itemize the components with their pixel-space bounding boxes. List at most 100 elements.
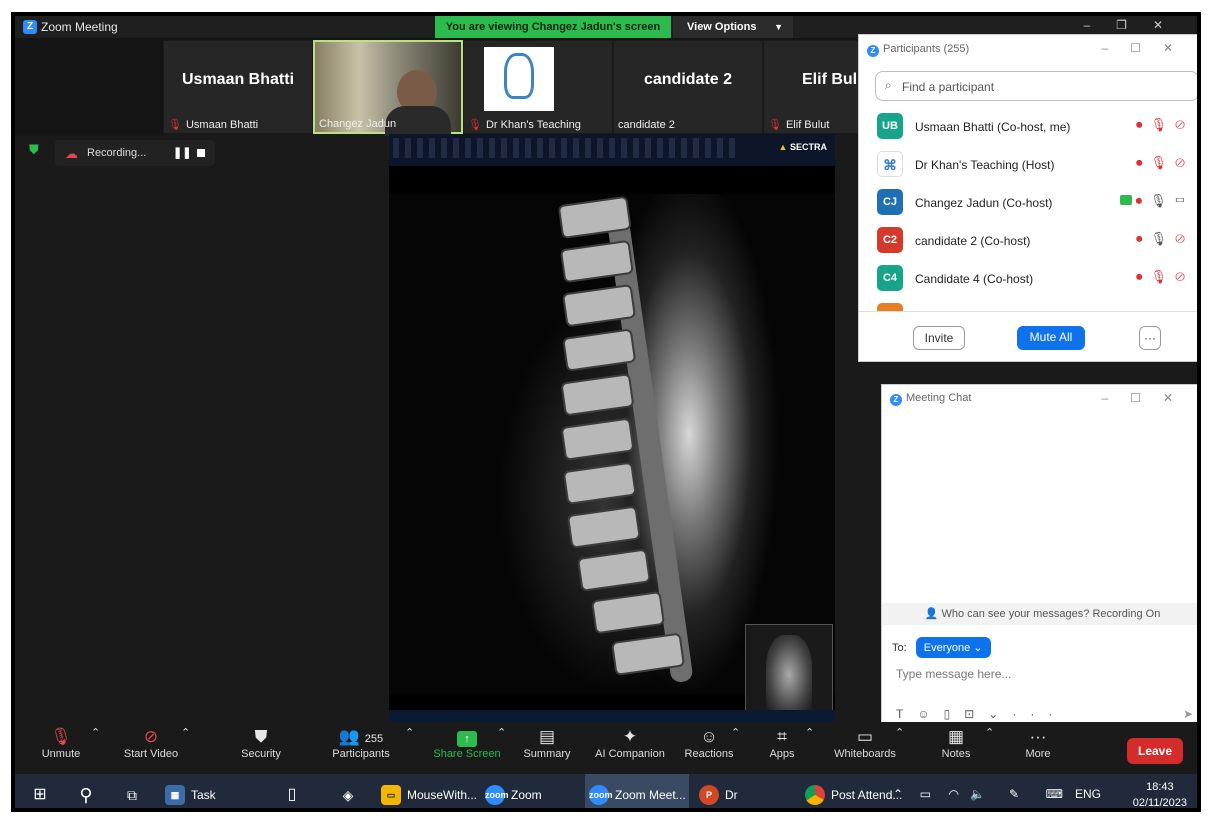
maximize-icon[interactable]: ☐ <box>1130 41 1163 55</box>
windows-start-icon[interactable]: ⊞ <box>25 774 55 808</box>
ai-companion-label: AI Companion <box>595 748 665 760</box>
security-button[interactable]: ⛊ Security <box>231 726 291 760</box>
zoom-logo-icon: Z <box>890 394 902 406</box>
stop-recording-icon[interactable] <box>197 149 205 157</box>
chevron-down-icon[interactable]: ⌄ <box>988 707 1012 721</box>
chat-tools: T☺▯⊡⌄··· <box>896 707 1066 721</box>
whiteboards-button[interactable]: ▭ Whiteboards <box>827 726 903 760</box>
panel-window-controls[interactable]: –☐✕ <box>1101 391 1195 405</box>
maximize-icon[interactable]: ☐ <box>1130 391 1163 405</box>
recipient-dropdown[interactable]: Everyone ⌄ <box>915 637 991 658</box>
taskbar-item-mousewith[interactable]: ▭ MouseWith... <box>377 774 477 808</box>
file-icon[interactable]: ▯ <box>944 707 965 721</box>
mute-all-button[interactable]: Mute All <box>1017 326 1085 350</box>
vertebral-column <box>506 195 692 688</box>
send-icon[interactable]: ➤ <box>1183 707 1193 721</box>
pen-icon[interactable]: ✎ <box>1009 787 1019 801</box>
chevron-down-icon: ⌄ <box>973 642 983 654</box>
task-manager-icon: ▦ <box>165 785 185 805</box>
encryption-shield-icon[interactable]: ⛊ <box>29 142 43 158</box>
participant-row[interactable]: CJ Changez Jadun (Co-host) ⏺🎙▭ <box>877 183 1197 221</box>
thumbnail-changez-jadun[interactable]: Changez Jadun <box>313 40 463 136</box>
battery-icon[interactable]: ▭ <box>920 787 931 801</box>
language-indicator[interactable]: ENG <box>1075 787 1101 801</box>
invite-button[interactable]: Invite <box>913 326 965 350</box>
keyboard-icon[interactable]: ⌨ <box>1046 787 1063 801</box>
participant-row[interactable]: UB Usmaan Bhatti (Co-host, me) ⏺🎙⊘ <box>877 107 1197 145</box>
minimize-icon[interactable]: – <box>1101 41 1130 55</box>
emoji-icon[interactable]: ☺ <box>917 707 943 721</box>
chevron-up-icon[interactable]: ⌃ <box>805 726 814 739</box>
task-view-icon[interactable]: ⧉ <box>117 774 147 808</box>
summary-button[interactable]: ▤ Summary <box>517 726 577 760</box>
app-icon[interactable]: ◈ <box>333 774 363 808</box>
view-options-button[interactable]: View Options ▼ <box>673 16 793 38</box>
start-video-button[interactable]: ⊘ Start Video <box>111 726 191 760</box>
taskbar-item-task-manager[interactable]: ▦ Task Manager <box>161 774 265 808</box>
panel-window-controls[interactable]: –☐✕ <box>1101 41 1195 55</box>
system-clock[interactable]: 18:43 02/11/2023 <box>1133 779 1187 808</box>
volume-icon[interactable]: 🔈 <box>970 787 985 801</box>
participant-row[interactable] <box>877 297 1197 311</box>
format-icon[interactable]: T <box>896 707 917 721</box>
chevron-up-icon[interactable]: ⌃ <box>91 726 100 739</box>
more-button[interactable]: ··· More <box>1015 726 1061 760</box>
notes-button[interactable]: ▦ Notes <box>931 726 981 760</box>
scout-image[interactable] <box>745 624 833 716</box>
people-icon: 👤 <box>924 608 939 620</box>
maximize-icon[interactable]: ❐ <box>1116 18 1153 32</box>
more-icon[interactable]: ··· <box>1012 707 1066 721</box>
taskbar-item-zoom[interactable]: zoom Zoom <box>481 774 577 808</box>
pacs-tool-icons <box>393 138 735 158</box>
window-controls[interactable]: –❐✕ <box>1083 18 1189 32</box>
chevron-up-icon[interactable]: ⌃ <box>405 726 414 739</box>
file-icon[interactable]: ▯ <box>277 774 307 808</box>
chevron-up-icon[interactable]: ⌃ <box>731 726 740 739</box>
thumbnail-elif-bulut[interactable]: Elif Bul 🎙 Elif Bulut <box>763 40 863 134</box>
more-options-button[interactable]: ··· <box>1139 326 1161 350</box>
thumbnail-candidate-2[interactable]: candidate 2 candidate 2 <box>613 40 763 134</box>
chat-message-input[interactable]: Type message here... <box>896 667 1011 681</box>
wifi-icon[interactable]: ◠ <box>949 787 959 801</box>
participants-button[interactable]: 👥 255 Participants <box>321 726 401 760</box>
participant-search-input[interactable]: ⌕ Find a participant <box>875 71 1197 101</box>
chat-visibility-notice[interactable]: 👤 Who can see your messages? Recording O… <box>882 603 1197 625</box>
share-screen-icon: ↑ <box>427 726 507 748</box>
chevron-up-icon[interactable]: ⌃ <box>181 726 190 739</box>
close-icon[interactable]: ✕ <box>1163 41 1195 55</box>
chevron-up-icon[interactable]: ⌃ <box>893 787 903 801</box>
chevron-up-icon[interactable]: ⌃ <box>497 726 506 739</box>
taskbar-item-chrome[interactable]: Post Attend... <box>801 774 905 808</box>
thumbnail-dr-khans-teaching[interactable]: 🎙 Dr Khan's Teaching <box>463 40 613 134</box>
participant-status-icons: ⏺🎙⊘ <box>1136 155 1193 170</box>
zoom-logo-icon: Z <box>23 20 37 34</box>
unmute-button[interactable]: 🎙 Unmute <box>31 726 91 760</box>
mic-muted-icon: 🎙 <box>468 119 482 131</box>
participant-row[interactable]: ⌘ Dr Khan's Teaching (Host) ⏺🎙⊘ <box>877 145 1197 183</box>
apps-button[interactable]: ⌗ Apps <box>759 726 805 760</box>
thumbnail-name: Elif Bulut <box>785 119 830 131</box>
chevron-up-icon[interactable]: ⌃ <box>895 726 904 739</box>
close-icon[interactable]: ✕ <box>1153 18 1189 32</box>
thumbnail-usmaan-bhatti[interactable]: Usmaan Bhatti 🎙 Usmaan Bhatti <box>163 40 313 134</box>
pause-recording-icon[interactable]: ❚❚ <box>173 146 191 159</box>
participant-row[interactable]: C4 Candidate 4 (Co-host) ⏺🎙⊘ <box>877 259 1197 297</box>
minimize-icon[interactable]: – <box>1101 391 1130 405</box>
taskbar-item-powerpoint[interactable]: P Dr Changez... <box>695 774 795 808</box>
leave-button[interactable]: Leave <box>1127 738 1183 764</box>
shared-screen[interactable]: ▲ SECTRA <box>389 134 835 722</box>
taskbar-item-zoom-meeting[interactable]: zoom Zoom Meet... <box>585 774 689 808</box>
share-screen-button[interactable]: ↑ Share Screen <box>427 726 507 760</box>
reactions-button[interactable]: ☺ Reactions <box>679 726 739 760</box>
screenshot-icon[interactable]: ⊡ <box>964 707 988 721</box>
chevron-up-icon[interactable]: ⌃ <box>985 726 994 739</box>
participant-row[interactable]: C2 candidate 2 (Co-host) ⏺🎙⊘ <box>877 221 1197 259</box>
recording-label: Recording... <box>87 147 147 159</box>
search-icon[interactable]: ⚲ <box>71 774 101 808</box>
meeting-toolbar: 🎙 Unmute ⌃ ⊘ Start Video ⌃ ⛊ Security 👥 255… <box>15 722 1197 774</box>
ai-companion-button[interactable]: ✦ AI Companion <box>585 726 675 760</box>
minimize-icon[interactable]: – <box>1083 18 1116 32</box>
vertebra <box>562 328 637 372</box>
more-label: More <box>1025 748 1051 760</box>
close-icon[interactable]: ✕ <box>1163 391 1195 405</box>
